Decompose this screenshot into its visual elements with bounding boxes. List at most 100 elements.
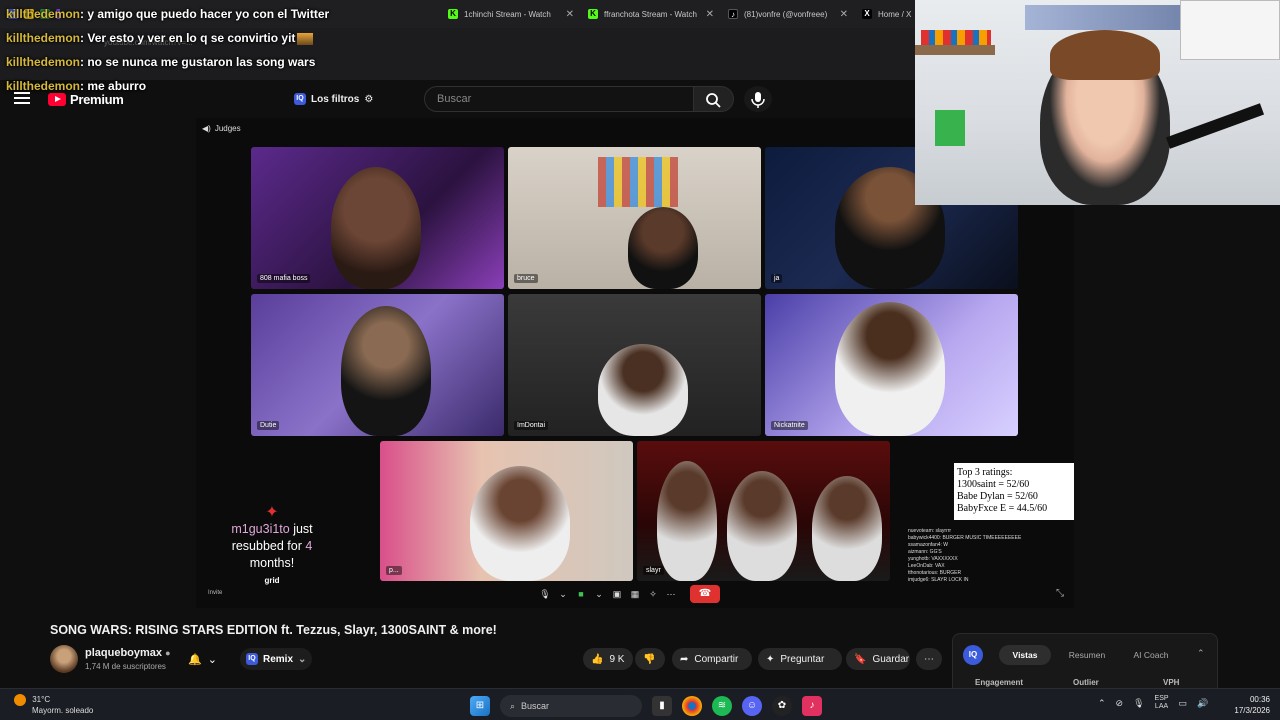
- weather-widget[interactable]: 31°C Mayorm. soleado: [14, 694, 93, 716]
- chrome-icon[interactable]: [682, 696, 702, 716]
- participant-name: Dutie: [257, 421, 280, 430]
- more-button[interactable]: ⋯: [916, 648, 942, 670]
- iq-icon: IQ: [963, 645, 983, 665]
- chevron-down-icon[interactable]: ⌄: [592, 587, 606, 601]
- participant-name: ja: [771, 274, 783, 283]
- tab-1chinchi[interactable]: K 1chinchi Stream - Watch ✕: [440, 3, 578, 25]
- iq-icon: IQ: [246, 653, 258, 665]
- share-button[interactable]: ➦ Compartir: [672, 648, 752, 670]
- participant-name: Nickatnite: [771, 421, 808, 430]
- invite-label: Invite: [208, 590, 223, 596]
- filters-button[interactable]: IQ Los filtros ⚙: [286, 89, 381, 109]
- taskbar: 31°C Mayorm. soleado ⊞ ⌕ Buscar ▮ ≋ ☺ ✿ …: [0, 688, 1280, 720]
- participant-tile: Nickatnite: [765, 294, 1018, 436]
- voice-search-button[interactable]: [744, 86, 772, 112]
- video-title: SONG WARS: RISING STARS EDITION ft. Tezz…: [50, 623, 497, 637]
- more-icon[interactable]: ⋯: [664, 587, 678, 601]
- lang-code: ESP: [1154, 695, 1169, 702]
- ask-button[interactable]: ✦ Preguntar: [758, 648, 842, 670]
- tab-x-home[interactable]: X Home / X: [854, 3, 916, 25]
- chat-line: babywick4400: BURGER MUSIC TIMEEEEEEEEE: [908, 535, 1022, 541]
- tab-ffranchota[interactable]: K ffranchota Stream - Watch ✕: [580, 3, 718, 25]
- thumbs-up-icon: 👍: [591, 653, 604, 665]
- clock-date: 17/3/2026: [1234, 706, 1270, 715]
- tab-label: 1chinchi Stream - Watch: [464, 9, 551, 19]
- channel-label: plaqueboymax: [85, 647, 163, 659]
- network-icon[interactable]: ⊘: [1116, 698, 1124, 709]
- notification-button[interactable]: 🔔 ⌄: [188, 648, 232, 670]
- avatar[interactable]: [50, 645, 78, 673]
- system-tray: ⌃ ⊘ 🎙 ESP LAA ▭ 🔊: [1098, 695, 1208, 711]
- tab-vonfre[interactable]: ♪ (81)vonfre (@vonfreee) ✕: [720, 3, 852, 25]
- fullscreen-icon[interactable]: ⤡: [1056, 588, 1064, 599]
- taskbar-search[interactable]: ⌕ Buscar: [500, 695, 642, 717]
- collapse-icon[interactable]: ⌃: [1197, 648, 1205, 659]
- tab-ai-coach[interactable]: AI Coach: [1123, 645, 1179, 665]
- ratings-card: Top 3 ratings: 1300saint = 52/60 Babe Dy…: [954, 463, 1074, 520]
- file-explorer-icon[interactable]: ▮: [652, 696, 672, 716]
- close-icon[interactable]: ✕: [566, 9, 574, 20]
- microphone-icon[interactable]: 🎙: [1133, 698, 1144, 709]
- microphone-icon[interactable]: 🎙: [538, 587, 552, 601]
- grid-icon[interactable]: ▦: [628, 587, 642, 601]
- shelf-items: [921, 30, 991, 45]
- participant-name: 808 mafia boss: [257, 274, 311, 283]
- chat-username: killthedemon: [6, 79, 81, 93]
- save-button[interactable]: 🔖 Guardar: [846, 648, 910, 670]
- clock[interactable]: 00:36 17/3/2026: [1222, 694, 1270, 716]
- thumbs-down-icon: 👎: [643, 653, 656, 665]
- discord-icon[interactable]: ☺: [742, 696, 762, 716]
- language-indicator[interactable]: ESP LAA: [1155, 695, 1169, 711]
- volume-icon[interactable]: 🔊: [1197, 698, 1208, 709]
- remix-button[interactable]: IQ Remix ⌄: [240, 648, 313, 670]
- like-button[interactable]: 👍 9 K: [583, 648, 633, 670]
- windows-start-icon[interactable]: ⊞: [470, 696, 490, 716]
- channel-name[interactable]: plaqueboymax ●: [85, 647, 171, 659]
- tab-vistas[interactable]: Vistas: [999, 645, 1051, 665]
- chevron-down-icon[interactable]: ⌄: [556, 587, 570, 601]
- display-icon[interactable]: ▭: [1179, 698, 1188, 709]
- close-icon[interactable]: ✕: [706, 9, 714, 20]
- menu-icon[interactable]: [14, 92, 30, 104]
- chat-line: imjudge6: SLAYR LOCK IN: [908, 577, 969, 583]
- lang-layout: LAA: [1154, 703, 1169, 710]
- app-icon[interactable]: ✿: [772, 696, 792, 716]
- spotify-icon[interactable]: ≋: [712, 696, 732, 716]
- taskbar-apps: ⊞ ⌕ Buscar ▮ ≋ ☺ ✿ ♪: [470, 695, 822, 717]
- alert-icon: ✦: [265, 504, 279, 521]
- column-outlier: Outlier: [1073, 678, 1099, 687]
- verified-icon: ●: [165, 648, 171, 658]
- youtube-logo[interactable]: Premium: [48, 92, 124, 107]
- tab-label: (81)vonfre (@vonfreee): [744, 9, 828, 19]
- clock-time: 00:36: [1249, 695, 1270, 704]
- mic-arm: [1165, 103, 1265, 149]
- camera-icon[interactable]: ■: [574, 587, 588, 601]
- search-input[interactable]: Buscar: [424, 86, 694, 112]
- screen-share-icon[interactable]: ▣: [610, 587, 624, 601]
- ratings-title: Top 3 ratings:: [957, 467, 1013, 478]
- like-count: 9 K: [609, 653, 625, 665]
- search-button[interactable]: [694, 86, 734, 112]
- screen: ✕ 1 K 1chinchi Stream - Watch ✕ K ffranc…: [0, 0, 1280, 720]
- end-call-button[interactable]: ☎: [690, 585, 720, 603]
- tab-resumen[interactable]: Resumen: [1061, 645, 1113, 665]
- chevron-down-icon: ⌄: [298, 653, 307, 665]
- weather-icon: [14, 694, 26, 706]
- tiktok-icon[interactable]: ♪: [802, 696, 822, 716]
- tab-label: ffranchota Stream - Watch: [604, 9, 697, 19]
- call-controls: 🎙 ⌄ ■ ⌄ ▣ ▦ ✧ ⋯ ☎: [538, 585, 720, 603]
- logo-text: Premium: [70, 92, 124, 107]
- weather-text: Mayorm. soleado: [32, 706, 94, 715]
- x-icon: X: [862, 9, 872, 19]
- participant-name: p...: [386, 566, 402, 575]
- alert-username: m1gu3i1to: [231, 522, 290, 536]
- dislike-button[interactable]: 👎: [635, 648, 665, 670]
- participant-tile: p...: [380, 441, 633, 581]
- close-icon[interactable]: ✕: [840, 9, 848, 20]
- save-label: Guardar: [872, 653, 910, 665]
- effects-icon[interactable]: ✧: [646, 587, 660, 601]
- chevron-up-icon[interactable]: ⌃: [1098, 698, 1106, 709]
- chat-username: killthedemon: [6, 7, 81, 21]
- bell-icon: 🔔: [188, 653, 202, 666]
- wall-poster: [1180, 0, 1280, 60]
